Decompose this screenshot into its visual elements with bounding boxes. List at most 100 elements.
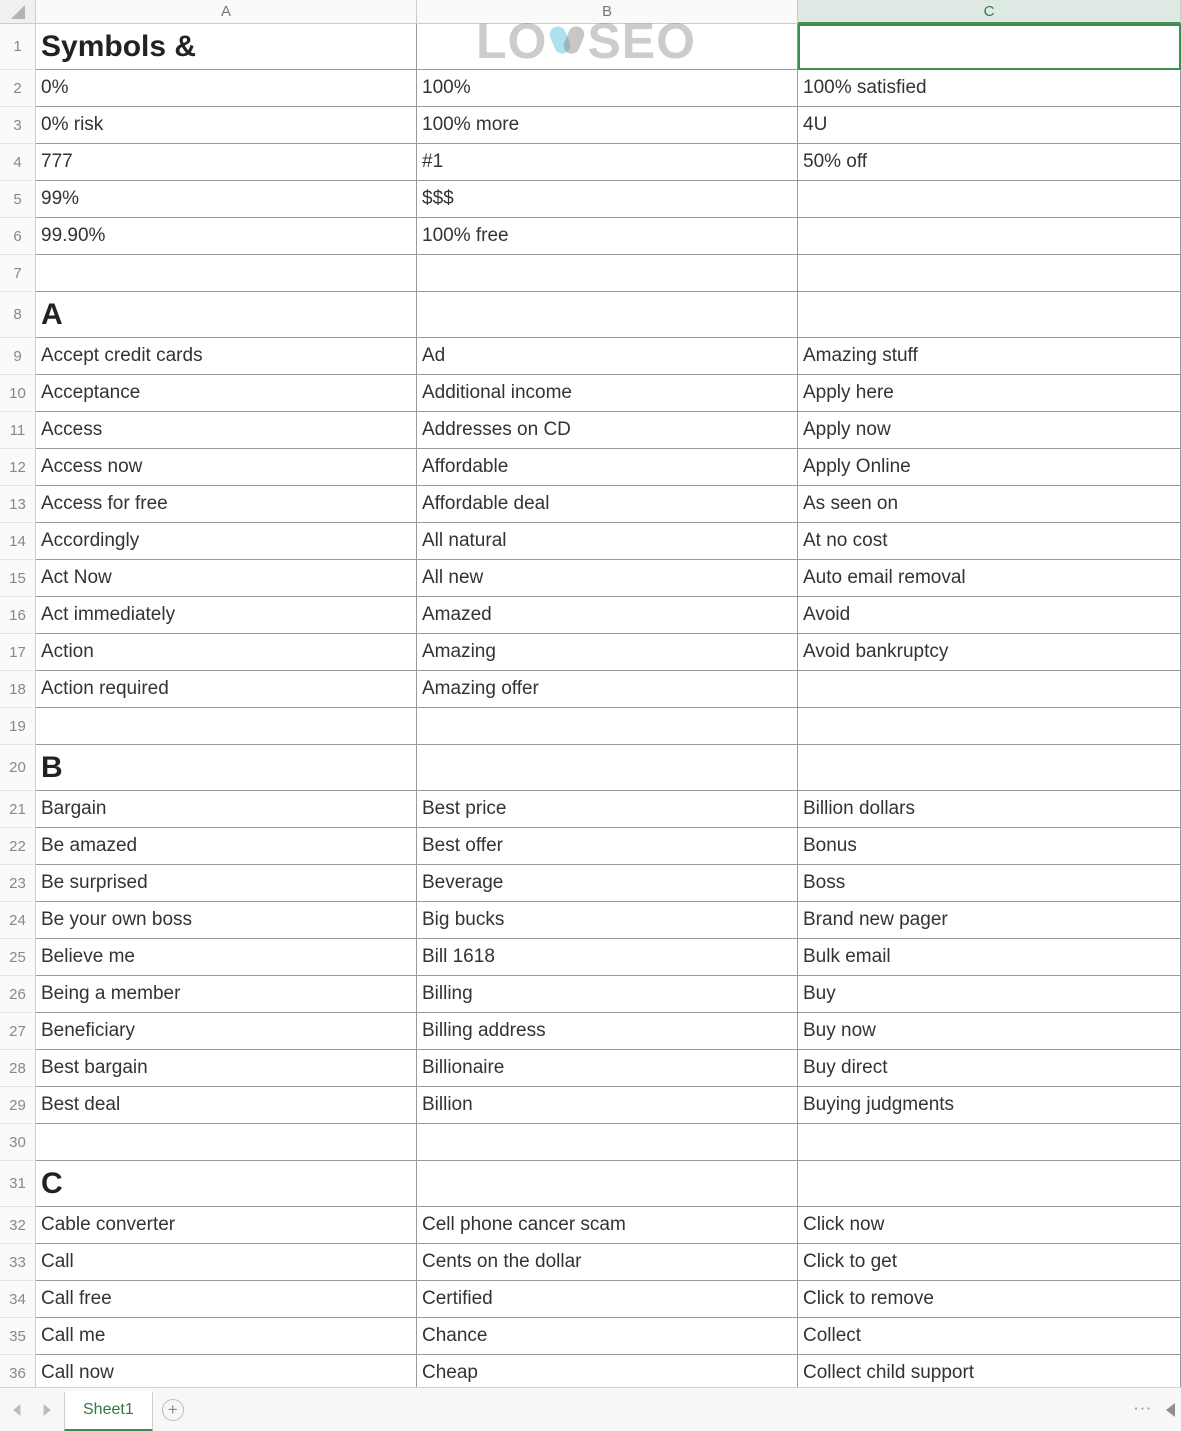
cell-C12[interactable]: Apply Online xyxy=(798,449,1181,486)
cell-C5[interactable] xyxy=(798,181,1181,218)
cell-C8[interactable] xyxy=(798,292,1181,338)
cell-C1[interactable] xyxy=(798,24,1181,70)
cell-B20[interactable] xyxy=(417,745,798,791)
tab-scroll-left-button[interactable] xyxy=(4,1388,32,1431)
cell-A31[interactable]: C xyxy=(36,1161,417,1207)
collapse-icon[interactable] xyxy=(1166,1403,1175,1417)
row-header[interactable]: 32 xyxy=(0,1207,36,1244)
cell-C19[interactable] xyxy=(798,708,1181,745)
row-header[interactable]: 9 xyxy=(0,338,36,375)
cell-C4[interactable]: 50% off xyxy=(798,144,1181,181)
row-header[interactable]: 2 xyxy=(0,70,36,107)
cell-C3[interactable]: 4U xyxy=(798,107,1181,144)
cell-C16[interactable]: Avoid xyxy=(798,597,1181,634)
cell-C35[interactable]: Collect xyxy=(798,1318,1181,1355)
cell-B27[interactable]: Billing address xyxy=(417,1013,798,1050)
cell-C14[interactable]: At no cost xyxy=(798,523,1181,560)
cell-B13[interactable]: Affordable deal xyxy=(417,486,798,523)
column-header-A[interactable]: A xyxy=(36,0,417,24)
cell-B7[interactable] xyxy=(417,255,798,292)
select-all-corner[interactable] xyxy=(0,0,36,24)
tab-scroll-right-button[interactable] xyxy=(32,1388,60,1431)
row-header[interactable]: 16 xyxy=(0,597,36,634)
cell-A11[interactable]: Access xyxy=(36,412,417,449)
row-header[interactable]: 24 xyxy=(0,902,36,939)
cell-C22[interactable]: Bonus xyxy=(798,828,1181,865)
cell-A12[interactable]: Access now xyxy=(36,449,417,486)
cell-A22[interactable]: Be amazed xyxy=(36,828,417,865)
cell-C32[interactable]: Click now xyxy=(798,1207,1181,1244)
cell-A13[interactable]: Access for free xyxy=(36,486,417,523)
cell-B10[interactable]: Additional income xyxy=(417,375,798,412)
row-header[interactable]: 26 xyxy=(0,976,36,1013)
cell-A14[interactable]: Accordingly xyxy=(36,523,417,560)
row-header[interactable]: 19 xyxy=(0,708,36,745)
row-header[interactable]: 10 xyxy=(0,375,36,412)
cell-B25[interactable]: Bill 1618 xyxy=(417,939,798,976)
row-header[interactable]: 11 xyxy=(0,412,36,449)
cell-B16[interactable]: Amazed xyxy=(417,597,798,634)
row-header[interactable]: 23 xyxy=(0,865,36,902)
row-header[interactable]: 30 xyxy=(0,1124,36,1161)
cell-A20[interactable]: B xyxy=(36,745,417,791)
cell-C33[interactable]: Click to get xyxy=(798,1244,1181,1281)
row-header[interactable]: 28 xyxy=(0,1050,36,1087)
sheet-tab-sheet1[interactable]: Sheet1 xyxy=(64,1391,153,1431)
cell-C2[interactable]: 100% satisfied xyxy=(798,70,1181,107)
cell-A8[interactable]: A xyxy=(36,292,417,338)
row-header[interactable]: 33 xyxy=(0,1244,36,1281)
cell-C29[interactable]: Buying judgments xyxy=(798,1087,1181,1124)
cell-B1[interactable] xyxy=(417,24,798,70)
row-header[interactable]: 8 xyxy=(0,292,36,338)
cell-B4[interactable]: #1 xyxy=(417,144,798,181)
cell-A16[interactable]: Act immediately xyxy=(36,597,417,634)
row-header[interactable]: 31 xyxy=(0,1161,36,1207)
row-header[interactable]: 18 xyxy=(0,671,36,708)
cell-B32[interactable]: Cell phone cancer scam xyxy=(417,1207,798,1244)
row-header[interactable]: 7 xyxy=(0,255,36,292)
cell-A5[interactable]: 99% xyxy=(36,181,417,218)
cell-B26[interactable]: Billing xyxy=(417,976,798,1013)
cell-C30[interactable] xyxy=(798,1124,1181,1161)
cell-A18[interactable]: Action required xyxy=(36,671,417,708)
row-header[interactable]: 21 xyxy=(0,791,36,828)
row-header[interactable]: 25 xyxy=(0,939,36,976)
cell-B30[interactable] xyxy=(417,1124,798,1161)
cell-A21[interactable]: Bargain xyxy=(36,791,417,828)
row-header[interactable]: 20 xyxy=(0,745,36,791)
cell-A30[interactable] xyxy=(36,1124,417,1161)
row-header[interactable]: 15 xyxy=(0,560,36,597)
cell-A27[interactable]: Beneficiary xyxy=(36,1013,417,1050)
cell-B22[interactable]: Best offer xyxy=(417,828,798,865)
cell-A15[interactable]: Act Now xyxy=(36,560,417,597)
cell-B34[interactable]: Certified xyxy=(417,1281,798,1318)
cell-B15[interactable]: All new xyxy=(417,560,798,597)
cell-C27[interactable]: Buy now xyxy=(798,1013,1181,1050)
cell-B12[interactable]: Affordable xyxy=(417,449,798,486)
cell-A4[interactable]: 777 xyxy=(36,144,417,181)
cell-C20[interactable] xyxy=(798,745,1181,791)
cell-A10[interactable]: Acceptance xyxy=(36,375,417,412)
cell-A28[interactable]: Best bargain xyxy=(36,1050,417,1087)
cell-C23[interactable]: Boss xyxy=(798,865,1181,902)
cell-A24[interactable]: Be your own boss xyxy=(36,902,417,939)
cell-A17[interactable]: Action xyxy=(36,634,417,671)
cell-A9[interactable]: Accept credit cards xyxy=(36,338,417,375)
row-header[interactable]: 1 xyxy=(0,24,36,70)
column-header-B[interactable]: B xyxy=(417,0,798,24)
cell-C6[interactable] xyxy=(798,218,1181,255)
cell-C10[interactable]: Apply here xyxy=(798,375,1181,412)
cell-C11[interactable]: Apply now xyxy=(798,412,1181,449)
cell-C9[interactable]: Amazing stuff xyxy=(798,338,1181,375)
cell-A35[interactable]: Call me xyxy=(36,1318,417,1355)
cell-A6[interactable]: 99.90% xyxy=(36,218,417,255)
cell-B14[interactable]: All natural xyxy=(417,523,798,560)
cell-B17[interactable]: Amazing xyxy=(417,634,798,671)
cell-A34[interactable]: Call free xyxy=(36,1281,417,1318)
cell-C25[interactable]: Bulk email xyxy=(798,939,1181,976)
row-header[interactable]: 5 xyxy=(0,181,36,218)
row-header[interactable]: 12 xyxy=(0,449,36,486)
cell-B8[interactable] xyxy=(417,292,798,338)
cell-A33[interactable]: Call xyxy=(36,1244,417,1281)
row-header[interactable]: 4 xyxy=(0,144,36,181)
